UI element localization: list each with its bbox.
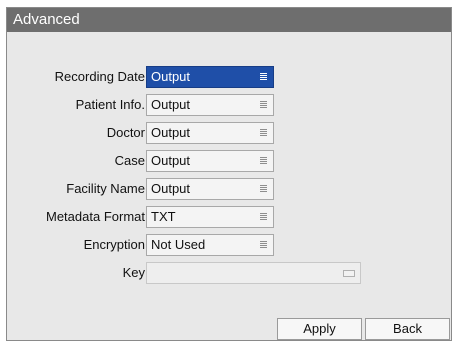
- case-label: Case: [114, 153, 145, 168]
- keyboard-icon: [343, 270, 355, 277]
- encryption-label: Encryption: [83, 237, 145, 252]
- list-icon: [260, 213, 267, 221]
- apply-button[interactable]: Apply: [277, 318, 362, 340]
- facility-name-label: Facility Name: [66, 181, 145, 196]
- row-encryption: Encryption Not Used: [7, 234, 451, 256]
- doctor-value: Output: [151, 125, 191, 140]
- dialog-title: Advanced: [7, 8, 451, 32]
- advanced-dialog: Advanced Recording Date Output Patient I…: [6, 7, 452, 341]
- list-icon: [260, 185, 267, 193]
- list-icon: [260, 73, 267, 81]
- recording-date-value: Output: [151, 69, 191, 84]
- row-patient-info: Patient Info. Output: [7, 94, 451, 116]
- facility-name-select[interactable]: Output: [146, 178, 274, 200]
- patient-info-label: Patient Info.: [75, 97, 145, 112]
- doctor-label: Doctor: [106, 125, 145, 140]
- list-icon: [260, 129, 267, 137]
- row-case: Case Output: [7, 150, 451, 172]
- key-input[interactable]: [146, 262, 361, 284]
- encryption-value: Not Used: [151, 237, 206, 252]
- row-recording-date: Recording Date Output: [7, 66, 451, 88]
- key-label: Key: [122, 265, 145, 280]
- facility-name-value: Output: [151, 181, 191, 196]
- patient-info-select[interactable]: Output: [146, 94, 274, 116]
- list-icon: [260, 157, 267, 165]
- case-select[interactable]: Output: [146, 150, 274, 172]
- case-value: Output: [151, 153, 191, 168]
- row-facility-name: Facility Name Output: [7, 178, 451, 200]
- row-metadata-format: Metadata Format TXT: [7, 206, 451, 228]
- back-button[interactable]: Back: [365, 318, 450, 340]
- list-icon: [260, 101, 267, 109]
- patient-info-value: Output: [151, 97, 191, 112]
- list-icon: [260, 241, 267, 249]
- encryption-select[interactable]: Not Used: [146, 234, 274, 256]
- row-doctor: Doctor Output: [7, 122, 451, 144]
- doctor-select[interactable]: Output: [146, 122, 274, 144]
- recording-date-select[interactable]: Output: [146, 66, 274, 88]
- metadata-format-value: TXT: [151, 209, 176, 224]
- metadata-format-select[interactable]: TXT: [146, 206, 274, 228]
- metadata-format-label: Metadata Format: [46, 209, 145, 224]
- recording-date-label: Recording Date: [54, 69, 145, 84]
- row-key: Key: [7, 262, 451, 284]
